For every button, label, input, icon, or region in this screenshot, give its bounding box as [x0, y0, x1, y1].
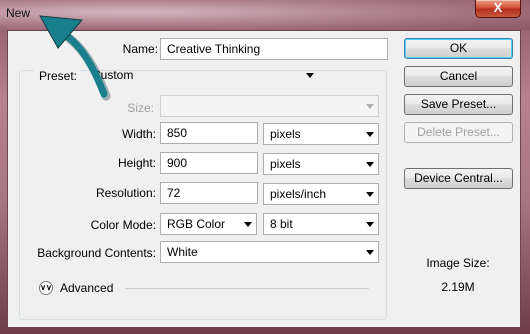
curved-arrow-icon — [39, 15, 111, 101]
